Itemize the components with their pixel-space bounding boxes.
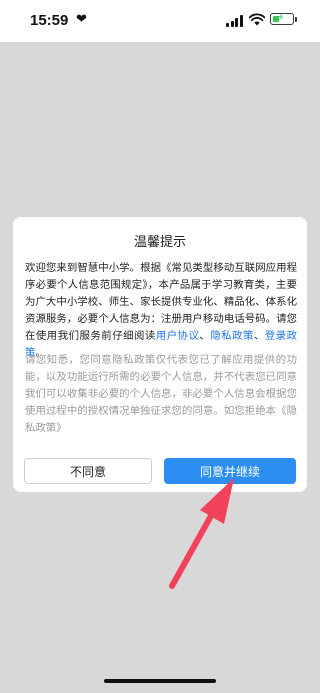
heart-icon: ❤ bbox=[76, 12, 87, 27]
decline-button[interactable]: 不同意 bbox=[24, 458, 152, 484]
wifi-icon bbox=[249, 13, 265, 26]
signal-icon bbox=[226, 15, 244, 27]
battery-cap bbox=[295, 17, 297, 22]
dialog-body: 欢迎您来到智慧中小学。根据《常见类型移动互联网应用程序必要个人信息范围规定》，本… bbox=[25, 260, 297, 362]
home-indicator[interactable] bbox=[104, 679, 216, 683]
separator: 、 bbox=[199, 330, 211, 342]
battery-charging-icon: ⚡ bbox=[270, 11, 294, 25]
user-agreement-link[interactable]: 用户协议 bbox=[156, 330, 200, 342]
dialog-title: 温馨提示 bbox=[133, 235, 186, 250]
annotation-arrow-icon bbox=[169, 478, 234, 589]
status-time: 15:59 bbox=[30, 12, 69, 29]
privacy-dialog: 温馨提示 欢迎您来到智慧中小学。根据《常见类型移动互联网应用程序必要个人信息范围… bbox=[13, 217, 307, 492]
dialog-notice: 请您知悉，您同意隐私政策仅代表您已了解应用提供的功能，以及功能运行所需的必要个人… bbox=[25, 354, 297, 434]
privacy-policy-link[interactable]: 隐私政策 bbox=[210, 330, 254, 342]
status-bar: 15:59 ❤ ⚡ bbox=[0, 0, 320, 42]
separator: 、 bbox=[253, 330, 265, 342]
